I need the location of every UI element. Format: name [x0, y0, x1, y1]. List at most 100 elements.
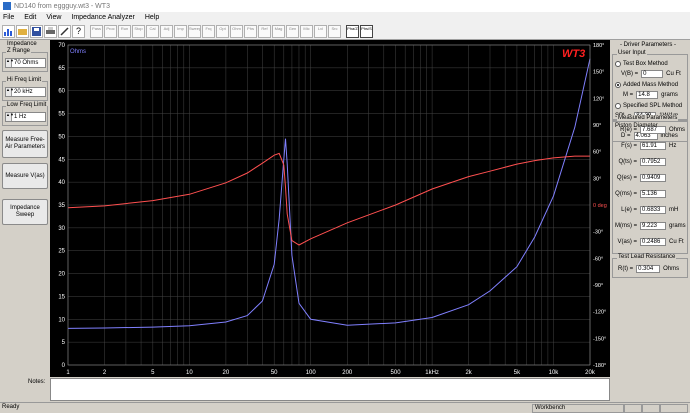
param-row: V(as) = 0.2486 Cu Ft: [615, 237, 684, 246]
y-right-tick-label: -60°: [593, 256, 603, 262]
param-row: M(ms) = 9.223 grams: [615, 221, 686, 230]
rt-row: R(t) = 0.304 Ohms: [618, 264, 679, 273]
param-value[interactable]: 0.6833: [640, 205, 666, 214]
toolbar-help-icon[interactable]: ?: [72, 24, 85, 38]
toolbar-save-icon[interactable]: [30, 24, 43, 38]
status-seg-1: [624, 404, 642, 413]
impedance-chart: 0 5 10 15 20 25 30 35 40 45 50 55 60 65 70 180° 150° 120°…: [50, 40, 610, 377]
menu-edit[interactable]: Edit: [24, 14, 36, 21]
x-tick-label: 2k: [465, 370, 472, 376]
x-tick-label: 50: [271, 370, 278, 376]
toolbar-button-6[interactable]: Imp: [174, 24, 187, 38]
y-left-axis-label: Ohms: [70, 49, 86, 55]
rt-input[interactable]: 0.304: [636, 264, 661, 273]
test-lead-label: Test Lead Resistance: [617, 254, 677, 260]
menu-file[interactable]: File: [3, 14, 14, 21]
x-tick-label: 1: [66, 370, 70, 376]
param-label: Q(ts) =: [618, 158, 637, 165]
x-tick-label: 200: [342, 370, 353, 376]
vb-row: V(B) = 0 Cu Ft: [621, 69, 681, 78]
toolbar-button-17[interactable]: Src: [328, 24, 341, 38]
menu-help[interactable]: Help: [145, 14, 159, 21]
impedance-sweep-button[interactable]: Impedance Sweep: [2, 199, 48, 225]
toolbar-button-0[interactable]: Pass: [90, 24, 103, 38]
test-box-radio-row[interactable]: Test Box Method: [615, 59, 668, 68]
m-label: M =: [623, 91, 634, 98]
param-row: Q(es) = 0.9409: [615, 173, 669, 182]
toolbar-button-3[interactable]: Stop: [132, 24, 145, 38]
hi-freq-spinner[interactable]: ▲▼ 20 kHz: [5, 87, 46, 97]
y-left-tick-label: 0: [62, 363, 66, 369]
chart-svg: 0510152025303540455055606570 180°150°120°…: [58, 43, 607, 376]
y-left-tick-label: 20: [58, 272, 65, 278]
toolbar-probe-icon[interactable]: [58, 24, 71, 38]
toolbar-button-16[interactable]: Lvl: [314, 24, 327, 38]
y-right-tick-label: -150°: [593, 336, 606, 342]
toolbar-button-14[interactable]: Gen: [286, 24, 299, 38]
param-value[interactable]: 0.9409: [640, 173, 666, 182]
param-value[interactable]: 9.223: [640, 221, 666, 230]
param-value[interactable]: 5.136: [640, 189, 666, 198]
toolbar-view-button-0[interactable]: Pha/Z: [346, 24, 359, 38]
toolbar-button-8[interactable]: Frq: [202, 24, 215, 38]
x-tick-label: 5: [151, 370, 155, 376]
param-label: Q(ms) =: [615, 190, 637, 197]
toolbar-button-13[interactable]: Mag: [272, 24, 285, 38]
x-tick-label: 20: [223, 370, 230, 376]
added-mass-radio[interactable]: [615, 81, 621, 88]
status-seg-2: [642, 404, 660, 413]
vb-input[interactable]: 0: [641, 69, 664, 78]
notes-label: Notes:: [28, 379, 46, 385]
spl-radio-row[interactable]: Specified SPL Method: [615, 101, 682, 110]
param-label: L(e) =: [621, 206, 637, 213]
toolbar-button-15[interactable]: Mic: [300, 24, 313, 38]
y-left-tick-label: 70: [58, 43, 65, 49]
y-left-tick-label: 60: [58, 89, 65, 95]
test-box-label: Test Box Method: [623, 60, 668, 67]
y-right-tick-label: 0 deg: [593, 203, 607, 209]
y-left-tick-label: 40: [58, 180, 65, 186]
spl-method-label: Specified SPL Method: [623, 102, 683, 109]
y-right-tick-label: 90°: [593, 123, 601, 129]
toolbar-button-7[interactable]: Sweep: [188, 24, 201, 38]
print-icon: [46, 26, 55, 34]
toolbar-view-button-1[interactable]: Phs/S: [360, 24, 373, 38]
measure-vas-button[interactable]: Measure V(as): [2, 163, 48, 189]
toolbar-button-12[interactable]: Ref: [258, 24, 271, 38]
spl-radio[interactable]: [615, 102, 621, 109]
menu-impedance-analyzer[interactable]: Impedance Analyzer: [71, 14, 134, 21]
test-box-radio[interactable]: [615, 60, 621, 67]
toolbar-button-2[interactable]: Run: [118, 24, 131, 38]
toolbar-open-icon[interactable]: [16, 24, 29, 38]
hi-freq-group: Hi Freq Limit ▲▼ 20 kHz: [2, 77, 48, 101]
z-range-spinner[interactable]: ▲▼ 70 Ohms: [5, 58, 46, 68]
toolbar-button-1[interactable]: Proc: [104, 24, 117, 38]
low-freq-spinner[interactable]: ▲▼ 1 Hz: [5, 112, 46, 122]
app-window: ND140 from eggguy.wt3 - WT3 File Edit Vi…: [0, 0, 690, 413]
menu-bar: File Edit View Impedance Analyzer Help: [0, 12, 690, 23]
toolbar-chart-icon[interactable]: [2, 24, 15, 38]
toolbar-button-10[interactable]: Ohm: [230, 24, 243, 38]
toolbar-button-4[interactable]: Cal: [146, 24, 159, 38]
m-input[interactable]: 14.8: [636, 90, 659, 99]
toolbar-print-icon[interactable]: [44, 24, 57, 38]
menu-view[interactable]: View: [46, 14, 61, 21]
driver-parameters-title: - Driver Parameters -: [620, 42, 677, 48]
impedance-series-line: [67, 58, 591, 329]
impedance-heading: Impedance: [7, 41, 37, 47]
y-left-tick-label: 55: [58, 112, 65, 118]
toolbar-button-5[interactable]: Adj: [160, 24, 173, 38]
param-value[interactable]: 61.91: [640, 141, 666, 150]
y-right-tick-label: 30°: [593, 176, 601, 182]
param-value[interactable]: 7.687: [640, 125, 666, 134]
user-input-label: User Input: [617, 50, 647, 56]
measure-free-air-button[interactable]: Measure Free-Air Parameters: [2, 130, 48, 158]
y-right-tick-label: -180°: [593, 363, 606, 369]
toolbar-button-11[interactable]: Phs: [244, 24, 257, 38]
notes-input[interactable]: [50, 378, 610, 401]
param-value[interactable]: 0.2486: [640, 237, 666, 246]
toolbar-button-9[interactable]: Opt: [216, 24, 229, 38]
added-mass-radio-row[interactable]: Added Mass Method: [615, 80, 678, 89]
param-value[interactable]: 0.7952: [640, 157, 666, 166]
param-row: R(e) = 7.687 Ohms: [615, 125, 685, 134]
